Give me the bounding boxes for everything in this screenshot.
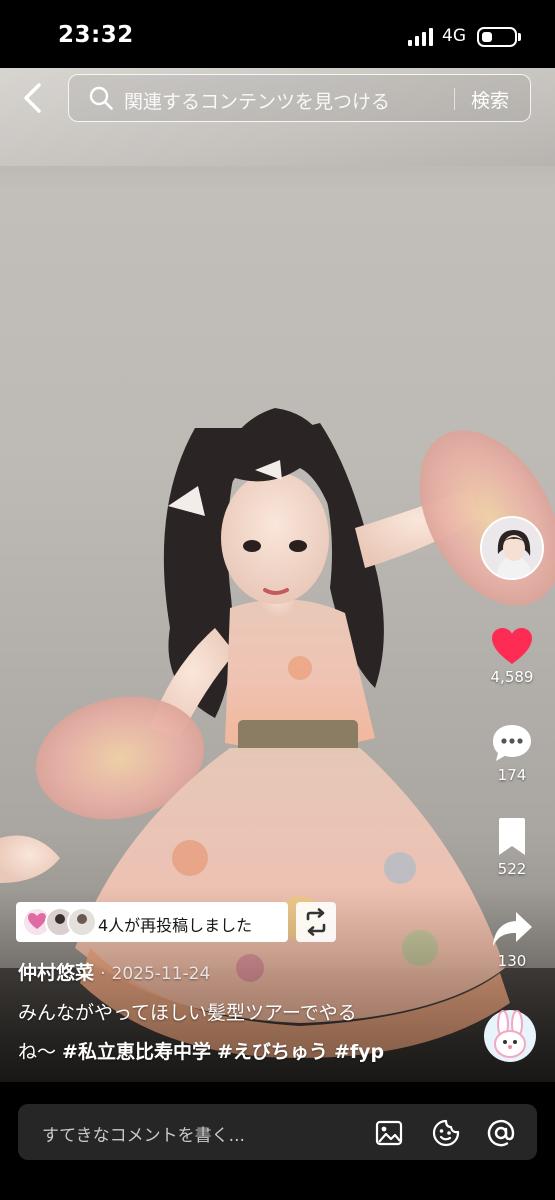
search-bar[interactable]: 関連するコンテンツを見つける 検索 <box>68 74 531 122</box>
caption-line-2: ね〜 #私立恵比寿中学 #えびちゅう #fyp <box>18 1037 384 1064</box>
hashtag-link[interactable]: #fyp <box>334 1041 384 1063</box>
creator-avatar[interactable] <box>480 516 544 580</box>
save-count: 522 <box>497 860 527 878</box>
mention-icon[interactable] <box>486 1118 516 1148</box>
image-icon[interactable] <box>374 1118 404 1148</box>
comment-button[interactable]: 174 <box>481 722 543 784</box>
status-time: 23:32 <box>58 22 134 48</box>
battery-tip <box>518 33 521 41</box>
repost-icon <box>306 908 326 936</box>
author-line: 仲村悠菜 · 2025-11-24 <box>18 958 210 985</box>
post-date: 2025-11-24 <box>111 964 211 984</box>
signal-icon <box>408 28 433 46</box>
like-count: 4,589 <box>490 668 534 686</box>
repost-text: 4人が再投稿しました <box>98 916 253 935</box>
emoji-icon[interactable] <box>431 1118 461 1148</box>
search-divider <box>454 88 455 110</box>
comment-bar: すてきなコメントを書く... <box>0 1082 555 1200</box>
repost-chip[interactable]: 4人が再投稿しました <box>16 902 288 942</box>
comment-count: 174 <box>497 766 527 784</box>
battery-icon <box>477 27 517 47</box>
comment-placeholder: すてきなコメントを書く... <box>42 1126 245 1146</box>
back-arrow-icon[interactable] <box>18 80 48 116</box>
caption-line-1: みんながやってほしい髪型ツアーでやる <box>18 1002 357 1024</box>
caption-text: ね〜 <box>18 1041 63 1063</box>
save-button[interactable]: 522 <box>481 816 543 878</box>
author-name[interactable]: 仲村悠菜 <box>18 962 94 984</box>
share-arrow-icon <box>493 912 532 946</box>
bunny-sticker-icon[interactable] <box>484 1004 536 1064</box>
search-icon <box>89 86 113 110</box>
search-button[interactable]: 検索 <box>471 86 509 113</box>
comment-input[interactable]: すてきなコメントを書く... <box>18 1104 537 1160</box>
share-count: 130 <box>497 952 527 970</box>
status-bar: 23:32 4G <box>0 0 555 68</box>
comment-bubble-icon <box>493 725 531 761</box>
search-input[interactable]: 関連するコンテンツを見つける <box>124 87 390 114</box>
bookmark-icon <box>499 818 525 855</box>
network-type: 4G <box>442 26 466 46</box>
hashtag-link[interactable]: #えびちゅう <box>217 1041 328 1063</box>
like-button[interactable]: 4,589 <box>481 626 543 686</box>
repost-button[interactable] <box>296 902 336 942</box>
repost-avatars <box>22 907 97 937</box>
share-button[interactable]: 130 <box>481 908 543 970</box>
date-separator: · <box>100 964 106 984</box>
heart-icon <box>492 628 532 664</box>
hashtag-link[interactable]: #私立恵比寿中学 <box>62 1041 211 1063</box>
